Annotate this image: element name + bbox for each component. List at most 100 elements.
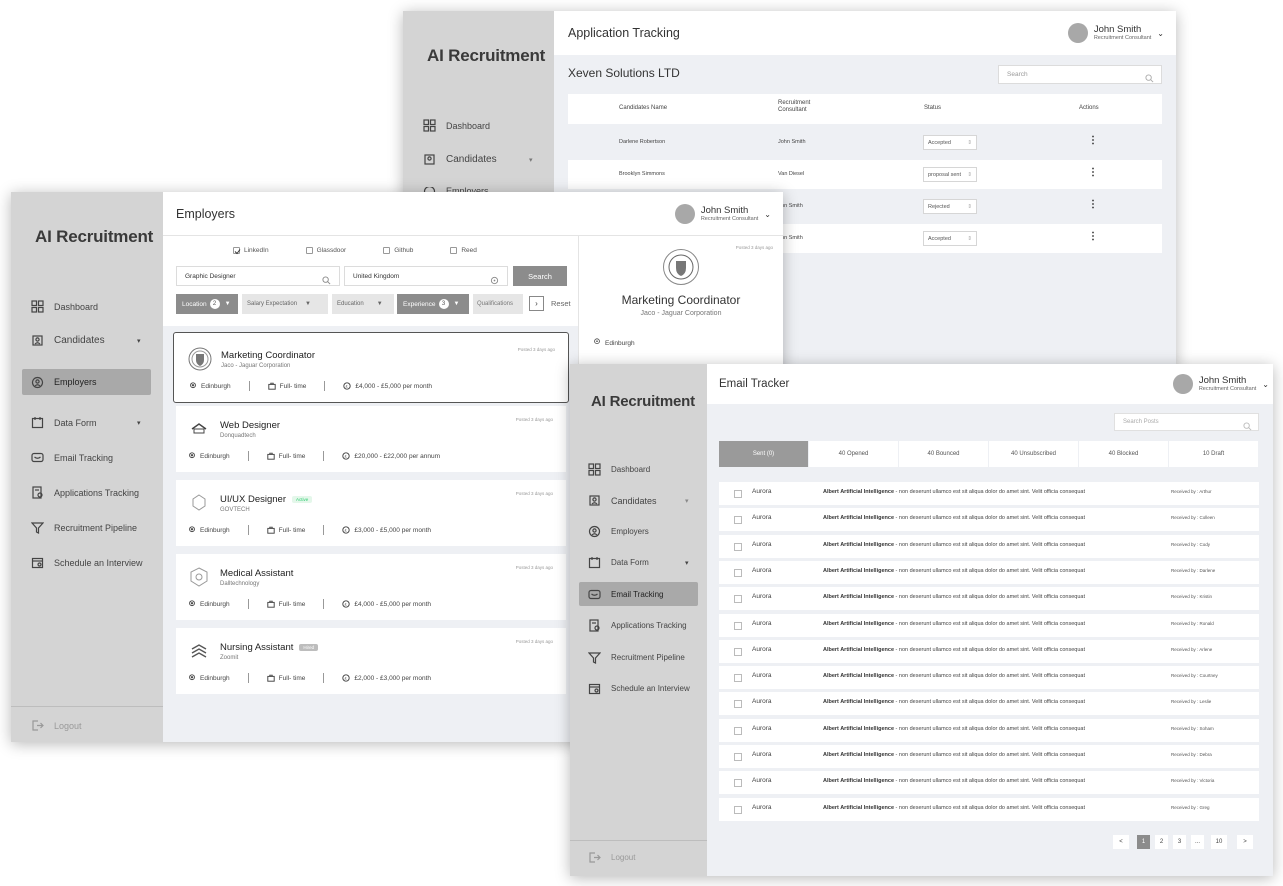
email-preview: Albert Artificial Intelligence - non des… [823, 699, 1085, 705]
filter-qualifications[interactable]: Qualifications [473, 294, 523, 314]
more-actions-icon[interactable]: ⋮ [1088, 167, 1098, 178]
page-button[interactable]: 1 [1137, 835, 1150, 849]
email-search-input[interactable]: Search Posts [1114, 413, 1259, 431]
nav-candidates[interactable]: Candidates ▾ [588, 494, 689, 507]
email-row[interactable]: Aurora Albert Artificial Intelligence - n… [719, 560, 1259, 584]
nav-candidates[interactable]: Candidates ▾ [31, 334, 141, 347]
nav-data-form[interactable]: Data Form ▾ [588, 556, 689, 569]
source-checkbox[interactable]: Github [383, 247, 413, 254]
nav-candidates[interactable]: Candidates ▾ [423, 153, 533, 166]
nav-schedule-interview[interactable]: Schedule an Interview [588, 682, 690, 695]
page-button[interactable]: 10 [1211, 835, 1227, 849]
page-button[interactable]: 2 [1155, 835, 1168, 849]
next-page-button[interactable]: > [1237, 835, 1253, 849]
email-row[interactable]: Aurora Albert Artificial Intelligence - n… [719, 534, 1259, 558]
nav-employers[interactable]: Employers [588, 525, 649, 538]
job-card[interactable]: Marketing Coordinator Jaco - Jaguar Corpo… [173, 332, 569, 403]
email-row[interactable]: Aurora Albert Artificial Intelligence - n… [719, 745, 1259, 768]
tab-40-blocked[interactable]: 40 Blocked [1079, 441, 1168, 467]
source-checkbox[interactable]: Reed [450, 247, 477, 254]
location-input[interactable]: United Kingdom [344, 266, 508, 286]
nav-employers[interactable]: Employers [22, 369, 151, 395]
nav-dashboard[interactable]: Dashboard [423, 119, 490, 132]
email-row[interactable]: Aurora Albert Artificial Intelligence - n… [719, 508, 1259, 532]
row-checkbox[interactable] [734, 542, 742, 551]
email-preview: Albert Artificial Intelligence - non des… [823, 726, 1085, 732]
table-row[interactable]: Brooklyn Simmons Van Diesel proposal sent ⇕… [568, 160, 1162, 189]
row-checkbox[interactable] [734, 490, 742, 498]
row-checkbox[interactable] [734, 674, 742, 683]
row-checkbox[interactable] [734, 753, 742, 761]
job-card[interactable]: UI/UX Designer Active GOVTECH Posted 3 days… [176, 480, 566, 546]
status-select[interactable]: Rejected ⇕ [923, 199, 977, 214]
source-checkbox[interactable]: LinkedIn [233, 247, 269, 255]
table-row[interactable]: Darlene Robertson John Smith Accepted ⇕ ⋮ [568, 128, 1162, 157]
job-card[interactable]: Nursing Assistant Hired Zoomit Posted 3 day… [176, 628, 566, 694]
search-input[interactable]: Search [998, 65, 1162, 84]
tab-40-bounced[interactable]: 40 Bounced [899, 441, 988, 467]
search-button[interactable]: Search [513, 266, 567, 286]
row-checkbox[interactable] [734, 805, 742, 814]
row-checkbox[interactable] [734, 647, 742, 656]
checkbox-icon [383, 247, 391, 254]
page-button[interactable]: ... [1191, 835, 1204, 849]
nav-dashboard[interactable]: Dashboard [588, 463, 650, 476]
row-checkbox[interactable] [734, 779, 742, 788]
nav-recruitment-pipeline[interactable]: Recruitment Pipeline [588, 651, 685, 664]
logout-button[interactable]: Logout [31, 719, 82, 732]
job-salary-text: £20,000 - £22,000 per annum [354, 452, 441, 460]
job-card[interactable]: Medical Assistant Dalltechnology Posted 3 … [176, 554, 566, 620]
nav-email-tracking[interactable]: Email Tracking [31, 451, 113, 464]
nav-schedule-interview[interactable]: Schedule an Interview [31, 556, 143, 569]
tab-40-unsubscribed[interactable]: 40 Unsubscribed [989, 441, 1078, 467]
consultant-name: Van Diesel [778, 171, 805, 177]
filter-experience[interactable]: Experience 3 ▼ [397, 294, 469, 314]
row-checkbox[interactable] [734, 700, 742, 709]
tab-40-opened[interactable]: 40 Opened [809, 441, 898, 467]
filter-education[interactable]: Education ▼ [332, 294, 394, 314]
nav-data-form[interactable]: Data Form ▾ [31, 416, 141, 429]
status-select[interactable]: Accepted ⇕ [923, 231, 977, 246]
prev-page-button[interactable]: < [1113, 835, 1129, 849]
row-checkbox[interactable] [734, 726, 742, 735]
nav-dashboard[interactable]: Dashboard [31, 300, 98, 313]
page-button[interactable]: 3 [1173, 835, 1186, 849]
email-row[interactable]: Aurora Albert Artificial Intelligence - n… [719, 587, 1259, 611]
row-checkbox[interactable] [734, 621, 742, 630]
more-actions-icon[interactable]: ⋮ [1088, 231, 1098, 242]
tab-sent-0[interactable]: Sent (0) [719, 441, 808, 467]
filter-location[interactable]: Location 2 ▼ [176, 294, 238, 314]
email-row[interactable]: Aurora Albert Artificial Intelligence - n… [719, 692, 1259, 716]
email-row[interactable]: Aurora Albert Artificial Intelligence - n… [719, 771, 1259, 795]
status-select[interactable]: proposal sent ⇕ [923, 167, 977, 182]
email-row[interactable]: Aurora Albert Artificial Intelligence - n… [719, 482, 1259, 505]
email-row[interactable]: Aurora Albert Artificial Intelligence - n… [719, 639, 1259, 663]
email-snippet: - non deserunt ullamco est sit aliqua do… [894, 541, 1085, 548]
keyword-input[interactable]: Graphic Designer [176, 266, 340, 286]
more-actions-icon[interactable]: ⋮ [1088, 135, 1098, 146]
filter-scroll-right-button[interactable]: › [529, 296, 544, 311]
row-checkbox[interactable] [734, 516, 742, 525]
email-row[interactable]: Aurora Albert Artificial Intelligence - n… [719, 797, 1259, 821]
user-menu[interactable]: John Smith Recruitment Consultant ⌄ [674, 204, 771, 224]
tab-10-draft[interactable]: 10 Draft [1169, 441, 1258, 467]
email-row[interactable]: Aurora Albert Artificial Intelligence - n… [719, 613, 1259, 637]
nav-applications-tracking[interactable]: Applications Tracking [588, 619, 687, 632]
source-checkbox[interactable]: Glassdoor [305, 247, 346, 254]
logout-button[interactable]: Logout [588, 851, 635, 864]
nav-recruitment-pipeline[interactable]: Recruitment Pipeline [31, 521, 137, 534]
reset-link[interactable]: Reset [551, 299, 571, 308]
divider [247, 451, 249, 461]
row-checkbox[interactable] [734, 595, 742, 604]
email-row[interactable]: Aurora Albert Artificial Intelligence - n… [719, 666, 1259, 690]
user-menu[interactable]: John Smith Recruitment Consultant ⌄ [1067, 23, 1164, 43]
nav-email-tracking[interactable]: Email Tracking [579, 582, 698, 606]
nav-applications-tracking[interactable]: Applications Tracking [31, 486, 139, 499]
more-actions-icon[interactable]: ⋮ [1088, 199, 1098, 210]
job-card[interactable]: Web Designer Donquadtech Posted 3 days ago… [176, 406, 566, 472]
user-menu[interactable]: John Smith Recruitment Consultant ⌄ [1172, 374, 1269, 394]
status-select[interactable]: Accepted ⇕ [923, 135, 977, 150]
filter-salary[interactable]: Salary Expectation ▼ [242, 294, 328, 314]
email-row[interactable]: Aurora Albert Artificial Intelligence - n… [719, 718, 1259, 742]
row-checkbox[interactable] [734, 568, 742, 577]
